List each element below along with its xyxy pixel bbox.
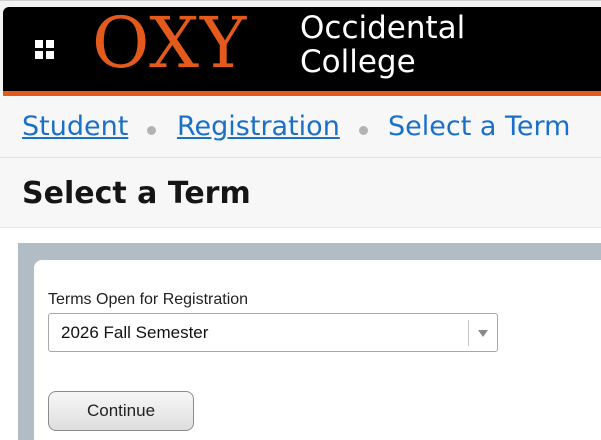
breadcrumb-registration-link[interactable]: Registration bbox=[177, 111, 340, 143]
page-title: Select a Term bbox=[22, 176, 251, 211]
terms-label: Terms Open for Registration bbox=[48, 291, 249, 308]
chevron-down-icon[interactable] bbox=[478, 330, 488, 337]
continue-button[interactable]: Continue bbox=[48, 391, 194, 431]
college-line-1: Occidental bbox=[300, 10, 466, 46]
term-select[interactable]: 2026 Fall Semester bbox=[48, 313, 498, 352]
oxy-logo[interactable]: OXY bbox=[92, 3, 247, 83]
breadcrumb-separator bbox=[359, 126, 368, 135]
site-header: OXY Occidental College bbox=[3, 3, 601, 91]
college-line-2: College bbox=[300, 44, 416, 80]
page-header: Select a Term bbox=[0, 158, 601, 228]
select-divider bbox=[468, 320, 469, 346]
grid-menu-icon[interactable] bbox=[35, 40, 55, 60]
term-select-value: 2026 Fall Semester bbox=[61, 323, 209, 342]
breadcrumb-separator bbox=[147, 126, 156, 135]
breadcrumb-current-page: Select a Term bbox=[388, 111, 571, 142]
breadcrumb-student-link[interactable]: Student bbox=[22, 111, 128, 143]
college-logo-text: Occidental College bbox=[300, 11, 465, 79]
